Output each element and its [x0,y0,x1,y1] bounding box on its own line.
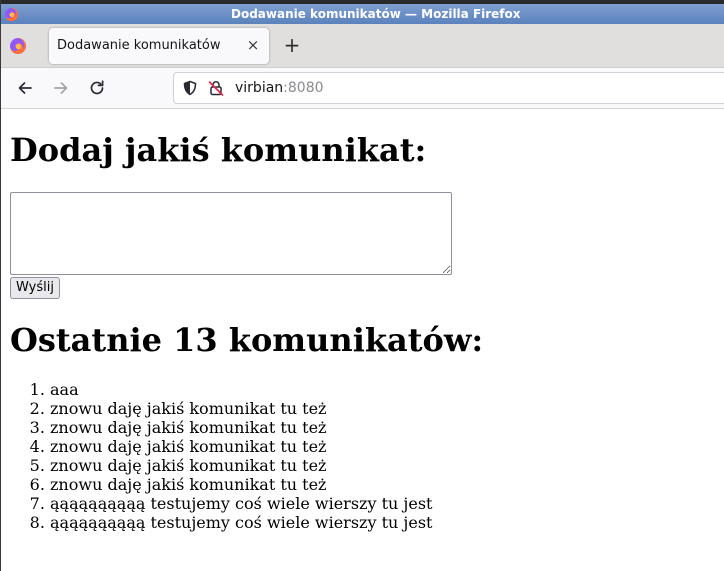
list-item: znowu daję jakiś komunikat tu też [50,418,432,437]
url-host: virbian [235,80,284,96]
list-item: znowu daję jakiś komunikat tu też [50,437,432,456]
url-port: :8080 [283,80,324,96]
reload-icon [90,80,104,95]
list-item: znowu daję jakiś komunikat tu też [50,456,432,475]
url-text[interactable]: virbian:8080 [235,80,324,96]
arrow-right-icon [54,82,68,94]
list-item: ąąąąąąąąąą testujemy coś wiele wierszy t… [50,494,432,513]
tab-label: Dodawanie komunikatów [57,38,221,53]
close-icon[interactable]: × [245,37,261,53]
list-item: ąąąąąąąąąą testujemy coś wiele wierszy t… [50,513,432,532]
new-tab-button[interactable]: + [281,34,303,56]
back-button[interactable] [15,78,35,98]
list-item: znowu daję jakiś komunikat tu też [50,399,432,418]
page-title: Dodaj jakiś komunikat: [10,131,427,169]
browser-window: Dodawanie komunikatów — Mozilla Firefox … [0,0,724,571]
page-content: Dodaj jakiś komunikat: Wyślij Ostatnie 1… [1,109,724,571]
list-item: aaa [50,380,432,399]
firefox-logo-icon[interactable] [7,35,29,57]
tab-active[interactable]: Dodawanie komunikatów × [49,28,269,64]
send-button[interactable]: Wyślij [10,277,60,299]
list-item: znowu daję jakiś komunikat tu też [50,475,432,494]
shield-icon[interactable] [182,80,198,96]
arrow-left-icon [18,82,32,94]
window-titlebar[interactable]: Dodawanie komunikatów — Mozilla Firefox [1,0,724,24]
list-heading: Ostatnie 13 komunikatów: [10,321,484,359]
reload-button[interactable] [87,78,107,98]
url-bar[interactable]: virbian:8080 [173,72,724,104]
window-title: Dodawanie komunikatów — Mozilla Firefox [231,7,521,21]
messages-list: aaa znowu daję jakiś komunikat tu też zn… [10,380,432,532]
message-textarea[interactable] [10,192,452,275]
insecure-lock-icon[interactable] [208,80,224,96]
tab-strip: Dodawanie komunikatów × + [1,24,724,68]
navigation-bar: virbian:8080 [1,68,724,109]
forward-button[interactable] [51,78,71,98]
